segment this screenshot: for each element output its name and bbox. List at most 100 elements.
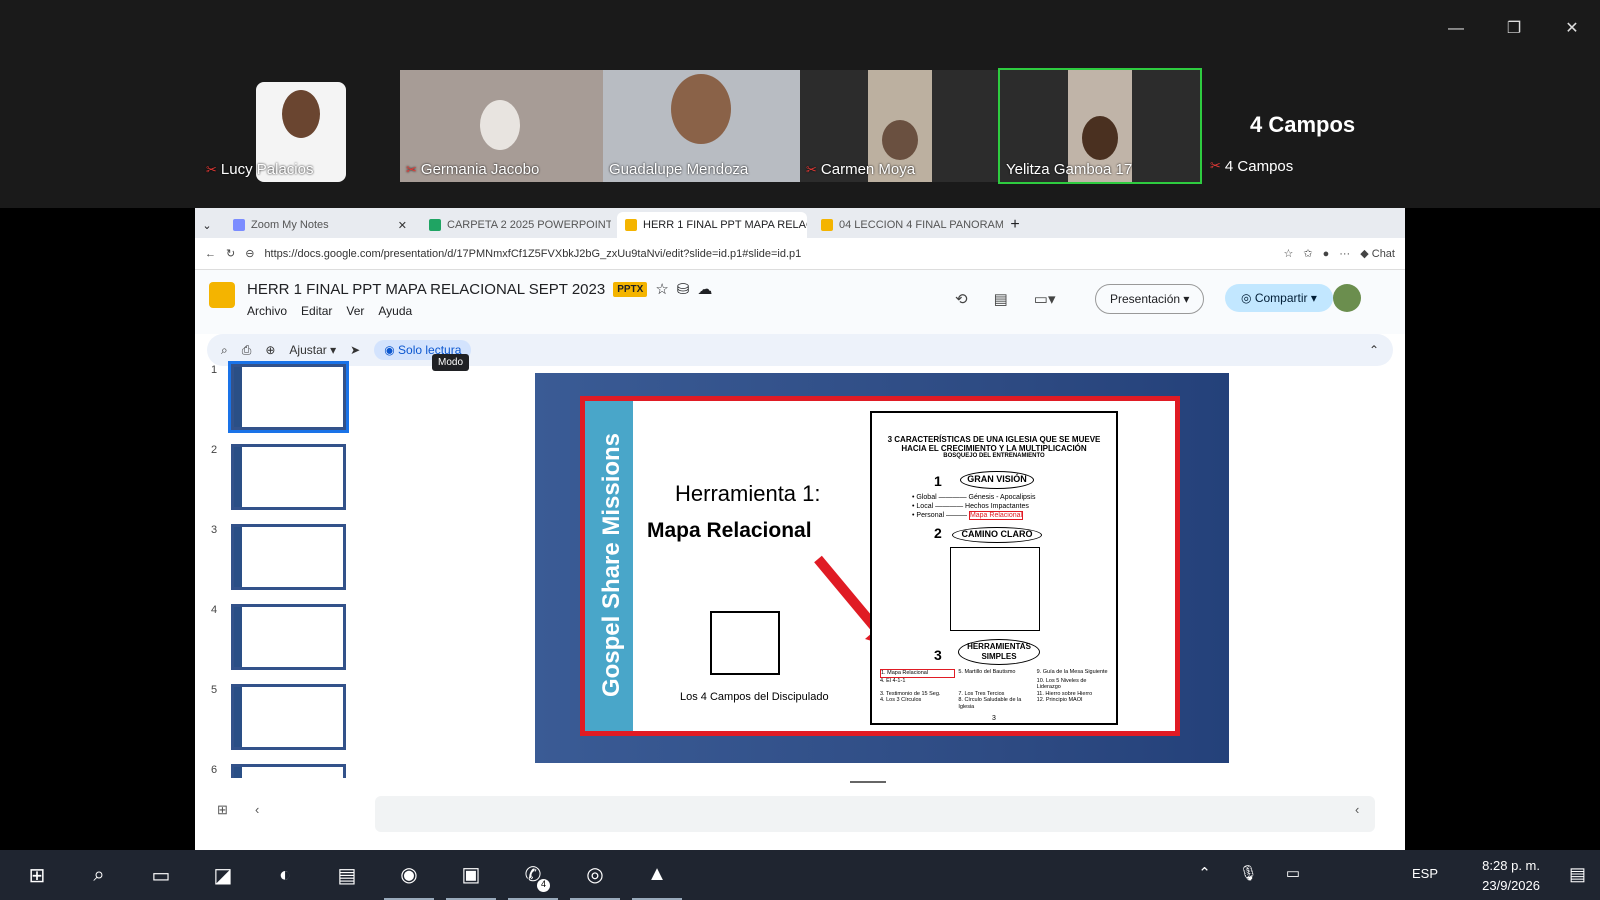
fields-illustration-icon: [710, 611, 780, 675]
minimize-icon[interactable]: —: [1438, 14, 1474, 44]
chevron-up-icon[interactable]: ⌃: [1198, 864, 1211, 882]
notes-app-icon[interactable]: ◪: [198, 850, 248, 900]
present-button[interactable]: Presentación ▾: [1095, 284, 1205, 314]
clock[interactable]: 8:28 p. m. 23/9/2026: [1482, 856, 1540, 896]
browser-window: ⌄ Zoom My Notes ✕ CARPETA 2 2025 POWERPOI…: [195, 208, 1405, 850]
tab-carpeta[interactable]: CARPETA 2 2025 POWERPOINTS -✕: [421, 212, 611, 238]
comments-icon[interactable]: ▤: [994, 290, 1008, 308]
training-outline: 3 CARACTERÍSTICAS DE UNA IGLESIA QUE SE …: [870, 411, 1118, 725]
cloud-icon[interactable]: ☁: [697, 280, 712, 298]
tab-list-icon[interactable]: ⌄: [195, 212, 219, 238]
close-icon[interactable]: ✕: [1554, 14, 1590, 44]
slide-thumbnail[interactable]: [231, 604, 346, 670]
desktop-app-icon[interactable]: ▭: [136, 850, 186, 900]
print-icon[interactable]: ⎙: [242, 343, 252, 358]
participant-name: 4 Campos: [1224, 158, 1294, 175]
start-icon[interactable]: ⊞: [12, 850, 62, 900]
profile-icon[interactable]: ●: [1323, 248, 1330, 260]
search-icon[interactable]: ⌕: [74, 850, 124, 900]
participant-tile[interactable]: ✂ Lucy Palacios: [200, 70, 380, 182]
battery-icon[interactable]: ▭: [1286, 864, 1300, 882]
more-icon[interactable]: ···: [1339, 248, 1350, 260]
slide-thumbnail[interactable]: [231, 524, 346, 590]
zoom-icon[interactable]: ⊕: [265, 343, 275, 357]
favorite-icon[interactable]: ☆: [1283, 247, 1293, 260]
history-icon[interactable]: ⟲: [955, 290, 968, 308]
slide-filmstrip: 1 2 3 4 5 6: [205, 358, 365, 778]
mic-muted-icon: ✂: [806, 161, 817, 177]
meet-icon[interactable]: ▭▾: [1034, 290, 1056, 308]
doc-title[interactable]: HERR 1 FINAL PPT MAPA RELACIONAL SEPT 20…: [247, 281, 605, 298]
expand-side-panel-icon[interactable]: ‹: [1355, 802, 1359, 817]
whatsapp-icon[interactable]: ✆ 4: [508, 850, 558, 900]
collapse-filmstrip-icon[interactable]: ‹: [255, 802, 259, 817]
zoom-select[interactable]: Ajustar ▾: [289, 343, 336, 357]
participant-name: Germania Jacobo: [420, 161, 540, 178]
outline-subtitle: BOSQUEJO DEL ENTRENAMIENTO: [943, 453, 1045, 459]
chat-button[interactable]: ◆ Chat: [1360, 247, 1395, 260]
participant-tile[interactable]: Guadalupe Mendoza: [603, 70, 800, 182]
participant-name: Carmen Moya: [820, 161, 916, 178]
file-explorer-icon[interactable]: ▤: [322, 850, 372, 900]
slide-number: 1: [211, 364, 218, 376]
tab-leccion4[interactable]: 04 LECCION 4 FINAL PANORAMA✕: [813, 212, 1003, 238]
restore-icon[interactable]: ❐: [1496, 14, 1532, 44]
powerpoint-icon[interactable]: ▣: [446, 850, 496, 900]
participant-name: Yelitza Gamboa 17: [1006, 161, 1133, 178]
menu-editar[interactable]: Editar: [301, 304, 332, 318]
select-icon[interactable]: ➤: [350, 343, 360, 357]
participant-tile-speaking[interactable]: Yelitza Gamboa 17: [998, 68, 1202, 184]
chrome-icon[interactable]: ◉: [384, 850, 434, 900]
photos-icon[interactable]: ▲: [632, 850, 682, 900]
edge-icon[interactable]: ◐: [260, 850, 310, 900]
resize-handle[interactable]: [850, 781, 886, 783]
slides-logo-icon[interactable]: [209, 282, 235, 308]
zoom-meeting-area: — ❐ ✕ ✂ Lucy Palacios ✂ Germania Jacobo Gu…: [0, 0, 1600, 208]
slide-canvas[interactable]: Gospel Share Missions Herramienta 1: Map…: [535, 373, 1229, 763]
taskbar: ⊞ ⌕ ▭ ◪ ◐ ▤ ◉ ▣ ✆ 4 ◎ ▲ ⌃ 🎙 ▭ ESP 8:28 p.…: [0, 850, 1600, 900]
microphone-icon[interactable]: 🎙: [1239, 864, 1258, 882]
search-icon[interactable]: ⌕: [221, 343, 228, 358]
participant-name: Guadalupe Mendoza: [609, 161, 749, 178]
slide-number: 3: [211, 524, 218, 536]
zoom-icon[interactable]: ◎: [570, 850, 620, 900]
tab-zoom-notes[interactable]: Zoom My Notes ✕: [225, 212, 415, 238]
participant-tile[interactable]: ✂ Germania Jacobo: [400, 70, 615, 182]
language-indicator[interactable]: ESP: [1412, 866, 1438, 881]
new-tab-icon[interactable]: +: [1003, 212, 1027, 238]
slide-thumbnail[interactable]: [231, 764, 346, 778]
close-tab-icon[interactable]: ✕: [398, 219, 407, 232]
reload-icon[interactable]: ↻: [226, 247, 235, 260]
menu-ver[interactable]: Ver: [346, 304, 364, 318]
eye-icon: ◉: [384, 343, 395, 357]
grid-view-icon[interactable]: ⊞: [217, 802, 228, 818]
speaker-notes[interactable]: [375, 796, 1375, 832]
tooltip: Modo: [432, 354, 470, 371]
star-icon[interactable]: ☆: [655, 280, 668, 298]
participant-title: 4 Campos: [1250, 112, 1356, 137]
mic-muted-icon: ✂: [406, 161, 417, 177]
avatar[interactable]: [1333, 284, 1361, 312]
back-icon[interactable]: ←: [205, 248, 216, 260]
url-field[interactable]: https://docs.google.com/presentation/d/1…: [264, 248, 1273, 260]
slide-thumbnail[interactable]: [228, 361, 349, 433]
tab-herr1[interactable]: HERR 1 FINAL PPT MAPA RELACIO✕: [617, 212, 807, 238]
share-button[interactable]: ◎ Compartir ▾: [1225, 284, 1333, 312]
outline-title: 3 CARACTERÍSTICAS DE UNA IGLESIA QUE SE …: [887, 435, 1101, 453]
collapse-icon[interactable]: ⌃: [1369, 343, 1379, 357]
drive-icon[interactable]: ⛁: [677, 280, 690, 298]
menu-ayuda[interactable]: Ayuda: [378, 304, 412, 318]
globe-icon: ◎: [1241, 291, 1252, 305]
favorites-icon[interactable]: ✩: [1303, 247, 1312, 260]
notifications-icon[interactable]: ▤: [1569, 864, 1586, 885]
slide-thumbnail[interactable]: [231, 444, 346, 510]
time: 8:28 p. m.: [1482, 858, 1540, 873]
slide-thumbnail[interactable]: [231, 684, 346, 750]
mic-muted-icon: ✂: [206, 161, 217, 177]
participant-tile[interactable]: ✂ 4 Campos: [1210, 158, 1293, 175]
site-info-icon[interactable]: ⊖: [245, 247, 254, 260]
menu-archivo[interactable]: Archivo: [247, 304, 287, 318]
slide-number: 4: [211, 604, 218, 616]
participant-tile[interactable]: ✂ Carmen Moya: [800, 70, 1000, 182]
slide-number: 6: [211, 764, 218, 776]
